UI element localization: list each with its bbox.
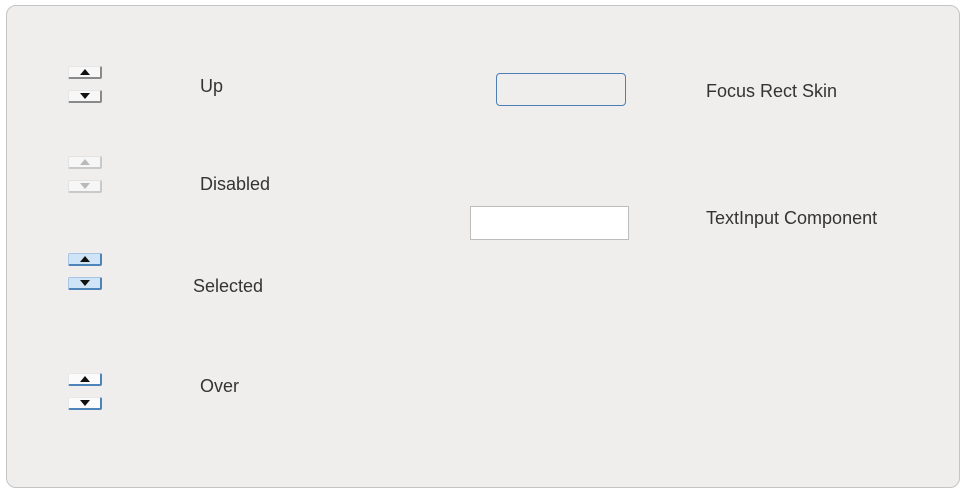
decrement-button[interactable]: [68, 397, 102, 410]
focus-rect-skin: [496, 73, 626, 106]
decrement-button[interactable]: [68, 90, 102, 103]
text-input-label: TextInput Component: [706, 208, 878, 228]
increment-button[interactable]: [68, 66, 102, 79]
state-label-disabled: Disabled: [200, 174, 271, 194]
decrement-button[interactable]: [68, 277, 102, 290]
skin-preview-panel: [6, 5, 960, 488]
increment-button[interactable]: [68, 253, 102, 266]
focus-rect-label: Focus Rect Skin: [706, 81, 838, 101]
triangle-down-icon: [79, 400, 90, 406]
stepper-over-state[interactable]: [68, 373, 104, 413]
triangle-down-icon: [79, 280, 90, 286]
stepper-selected-state[interactable]: [68, 253, 104, 293]
state-label-over: Over: [200, 376, 240, 396]
triangle-down-icon: [79, 93, 90, 99]
increment-button[interactable]: [68, 373, 102, 386]
triangle-up-icon: [79, 256, 90, 262]
triangle-down-icon: [79, 183, 90, 189]
stepper-disabled-state: [68, 156, 104, 196]
text-input-field[interactable]: [470, 206, 629, 240]
triangle-up-icon: [79, 159, 90, 165]
triangle-up-icon: [79, 69, 90, 75]
state-label-up: Up: [200, 76, 224, 96]
state-label-selected: Selected: [193, 276, 264, 296]
increment-button: [68, 156, 102, 169]
stepper-up-state[interactable]: [68, 66, 104, 106]
triangle-up-icon: [79, 376, 90, 382]
decrement-button: [68, 180, 102, 193]
